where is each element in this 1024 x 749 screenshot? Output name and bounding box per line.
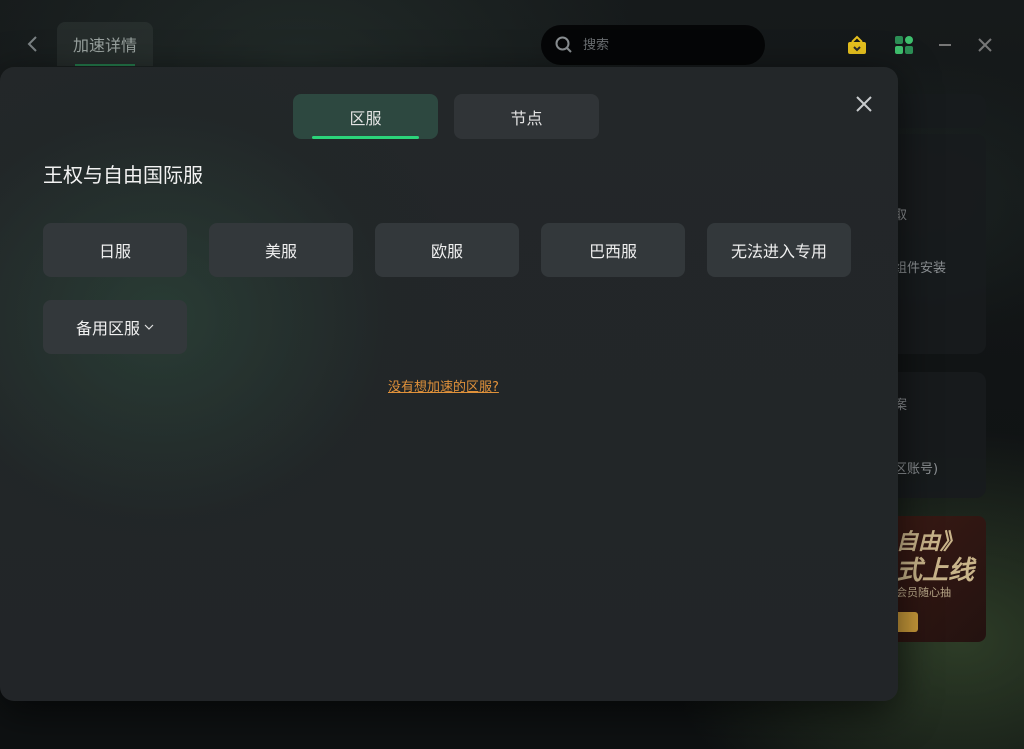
region-button-eu[interactable]: 欧服 xyxy=(375,223,519,277)
backup-region-label: 备用区服 xyxy=(75,319,140,338)
side-card-line: 区账号) xyxy=(894,462,939,477)
search-icon xyxy=(555,36,572,53)
minimize-icon[interactable] xyxy=(934,34,956,56)
backup-region-dropdown[interactable]: 备用区服 xyxy=(43,300,187,354)
tab-node[interactable]: 节点 xyxy=(454,94,599,139)
page-title-tab[interactable]: 加速详情 xyxy=(57,22,154,66)
region-label: 无法进入专用 xyxy=(730,242,827,261)
close-icon[interactable] xyxy=(852,92,876,116)
window-close-icon[interactable] xyxy=(974,34,996,56)
chevron-down-icon xyxy=(144,324,154,330)
tab-node-label: 节点 xyxy=(510,108,543,128)
gift-box-icon[interactable] xyxy=(846,34,868,56)
top-bar: 加速详情 xyxy=(0,0,1024,68)
tab-region[interactable]: 区服 xyxy=(293,94,438,139)
region-button-us[interactable]: 美服 xyxy=(209,223,353,277)
tab-region-label: 区服 xyxy=(349,108,382,128)
back-arrow-icon[interactable] xyxy=(22,33,44,55)
region-label: 巴西服 xyxy=(588,242,637,261)
search-input[interactable] xyxy=(581,36,745,54)
region-select-modal: 区服 节点 王权与自由国际服 日服 美服 欧服 巴西服 无法进入专用 备用区服 xyxy=(0,67,898,701)
region-button-br[interactable]: 巴西服 xyxy=(541,223,685,277)
promo-line: 式上线 xyxy=(896,556,975,586)
apps-grid-icon[interactable] xyxy=(893,34,915,56)
side-card-line: 组件安装 xyxy=(894,261,947,276)
region-button-cannot-enter[interactable]: 无法进入专用 xyxy=(707,223,851,277)
region-label: 美服 xyxy=(264,242,297,261)
promo-line: 会员随心抽 xyxy=(896,586,951,599)
search-bar[interactable] xyxy=(541,25,765,65)
region-button-jp[interactable]: 日服 xyxy=(43,223,187,277)
game-title: 王权与自由国际服 xyxy=(43,163,203,187)
modal-tabs: 区服 节点 xyxy=(293,94,599,139)
missing-region-link[interactable]: 没有想加速的区服? xyxy=(388,376,499,395)
page-title: 加速详情 xyxy=(73,36,138,55)
region-label: 欧服 xyxy=(430,242,463,261)
region-label: 日服 xyxy=(98,242,131,261)
